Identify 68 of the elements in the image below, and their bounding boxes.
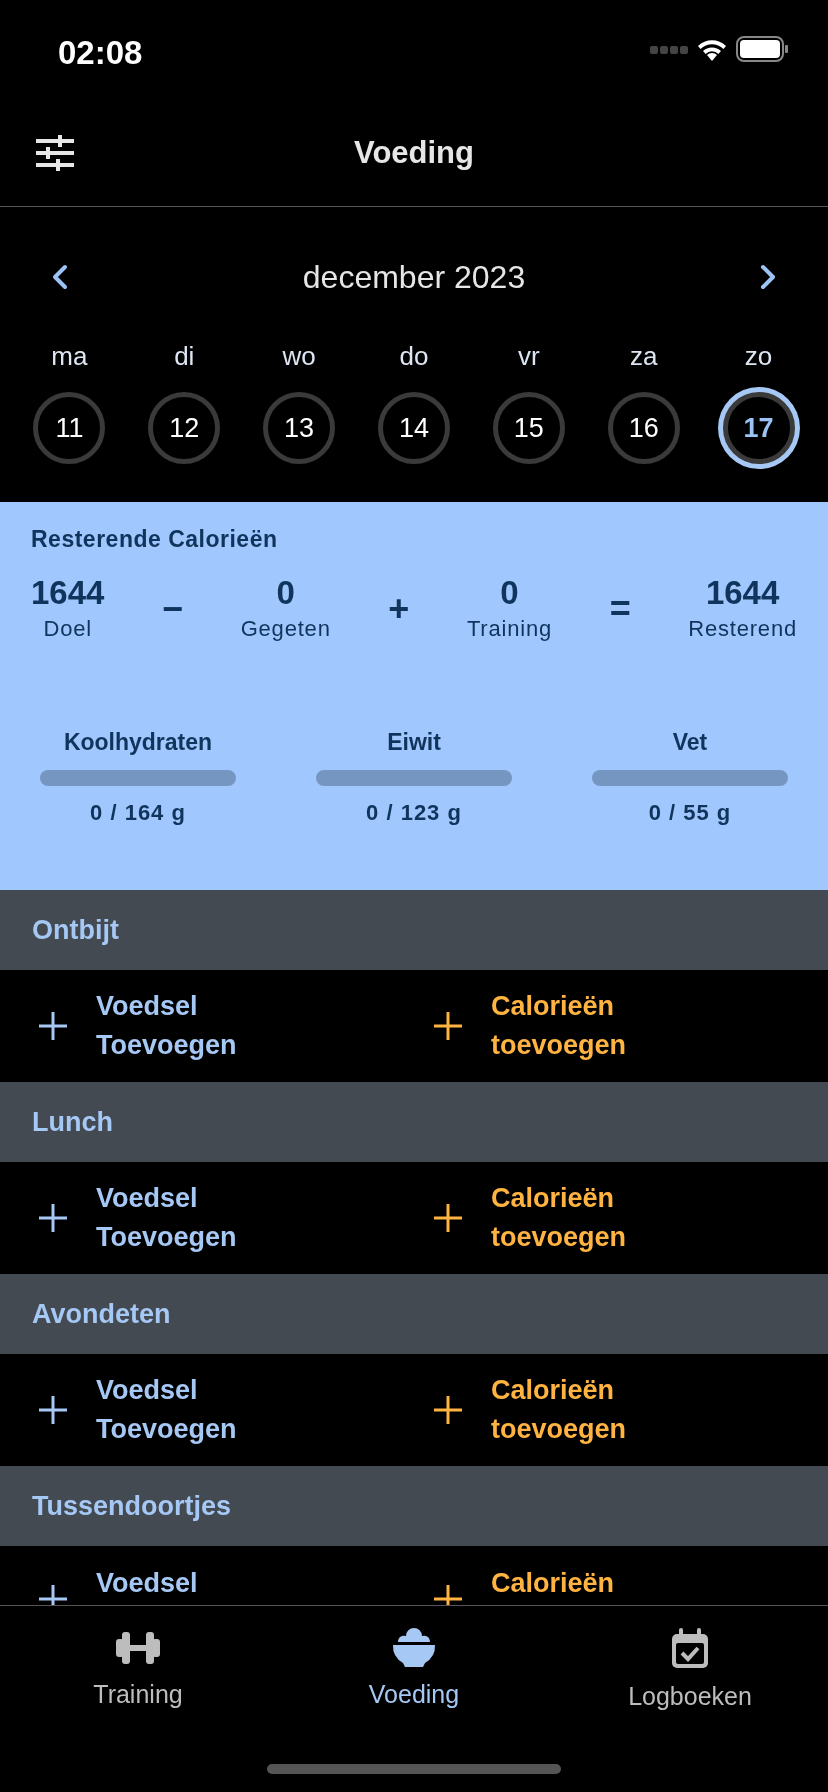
add-calories-button[interactable]: Calorieën: [433, 1564, 828, 1605]
meal-title: Tussendoortjes: [32, 1489, 232, 1523]
weekday-label: do: [399, 340, 429, 373]
plus-icon: [433, 1011, 463, 1041]
calorie-value: 1644: [705, 572, 780, 613]
calorie-value: 0: [276, 572, 295, 613]
day-button[interactable]: 13: [263, 392, 336, 464]
macro-name: Vet: [672, 728, 708, 758]
calorie-label: Resterend: [688, 615, 797, 644]
add-calories-button[interactable]: Calorieën toevoegen: [433, 1370, 828, 1450]
meal-title: Lunch: [32, 1105, 113, 1139]
previous-month-button[interactable]: [52, 264, 68, 290]
plus-icon: [38, 1395, 68, 1425]
chevron-right-icon: [760, 264, 776, 290]
add-calories-button[interactable]: Calorieën toevoegen: [433, 1178, 828, 1258]
macro-reading: 0 / 164 g: [90, 798, 186, 827]
clock: 02:08: [58, 33, 143, 73]
weekday-label: di: [174, 340, 195, 373]
add-food-button[interactable]: Voedsel: [38, 1564, 433, 1605]
add-calories-button[interactable]: Calorieën toevoegen: [433, 986, 828, 1066]
weekday-label: ma: [51, 340, 88, 373]
add-food-button[interactable]: Voedsel Toevoegen: [38, 1178, 433, 1258]
day-button[interactable]: 14: [378, 392, 450, 464]
cellular-signal-icon: [650, 44, 688, 54]
calorie-label: Gegeten: [240, 615, 331, 644]
weekday-label: zo: [744, 340, 773, 373]
macro-reading: 0 / 123 g: [366, 798, 462, 827]
day-button[interactable]: 11: [33, 392, 106, 464]
tab[interactable]: Training: [0, 1628, 276, 1716]
tab[interactable]: Logboeken: [552, 1628, 828, 1716]
next-month-button[interactable]: [760, 264, 776, 290]
plus-icon: [38, 1203, 68, 1233]
tab[interactable]: Voeding: [276, 1628, 552, 1716]
calorie-value: 1644: [31, 572, 105, 613]
weekday-label: wo: [282, 340, 316, 373]
macro-name: Eiwit: [387, 728, 441, 758]
add-food-button[interactable]: Voedsel Toevoegen: [38, 986, 433, 1066]
plus-icon: [433, 1203, 463, 1233]
filter-button[interactable]: [36, 135, 74, 171]
weekday-label: vr: [518, 340, 540, 373]
calorie-label: Training: [466, 615, 552, 644]
plus-icon: [38, 1011, 68, 1041]
battery-icon: [736, 36, 788, 62]
weekday-label: za: [629, 340, 658, 373]
bowl-icon: [392, 1628, 436, 1668]
calendar-check-icon: [670, 1628, 710, 1670]
chevron-left-icon: [52, 264, 68, 290]
meal-title: Ontbijt: [32, 913, 119, 947]
macro-reading: 0 / 55 g: [648, 798, 732, 827]
summary-title: Resterende Calorieën: [31, 525, 279, 554]
calorie-label: Doel: [43, 615, 92, 644]
calorie-value: 0: [500, 572, 519, 613]
meal-title: Avondeten: [32, 1297, 171, 1331]
add-food-button[interactable]: Voedsel Toevoegen: [38, 1370, 433, 1450]
wifi-icon: [696, 37, 728, 61]
operator-sign: =: [609, 586, 631, 631]
day-button[interactable]: 16: [607, 392, 680, 464]
plus-icon: [433, 1584, 463, 1605]
macro-name: Koolhydraten: [63, 728, 213, 758]
day-button[interactable]: 12: [148, 392, 221, 464]
operator-sign: +: [388, 586, 410, 631]
operator-sign: −: [162, 586, 184, 631]
screen-title: Voeding: [354, 134, 474, 170]
plus-icon: [38, 1584, 68, 1605]
sliders-icon: [36, 135, 74, 171]
plus-icon: [433, 1395, 463, 1425]
month-label: december 2023: [302, 258, 526, 297]
day-button[interactable]: 15: [492, 392, 565, 464]
